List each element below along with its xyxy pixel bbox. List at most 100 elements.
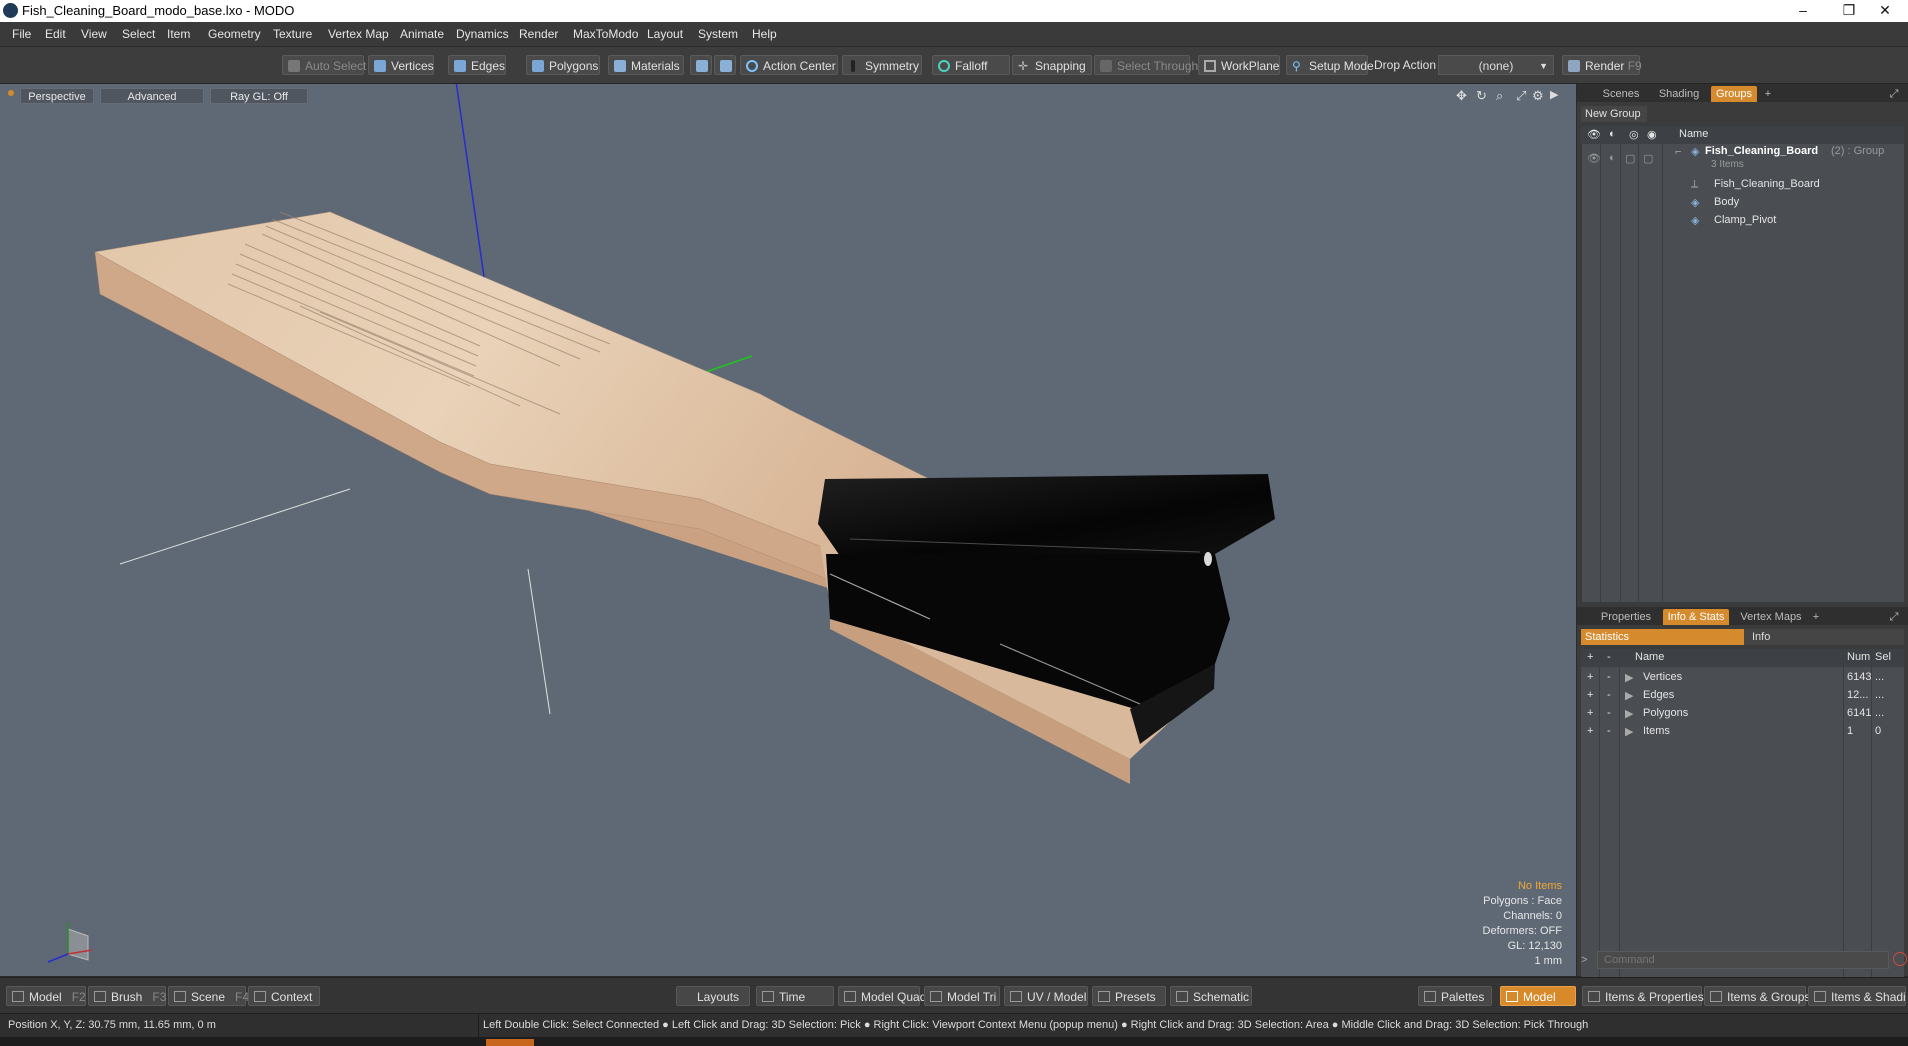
disclosure-triangle-icon[interactable]: ▶ <box>1625 725 1633 738</box>
context-layout-tab[interactable]: Context <box>248 986 320 1006</box>
palettes-button[interactable]: Palettes <box>1418 986 1492 1006</box>
menu-animate[interactable]: Animate <box>400 27 444 41</box>
symmetry-button[interactable]: Symmetry <box>842 55 922 75</box>
command-input[interactable] <box>1597 951 1889 969</box>
new-group-button[interactable]: New Group <box>1581 106 1647 122</box>
tab-vertex-maps[interactable]: Vertex Maps <box>1737 609 1805 625</box>
setup-mode-button[interactable]: ⚲ Setup Mode <box>1286 55 1374 75</box>
move-view-icon[interactable]: ✥ <box>1456 88 1467 104</box>
group-lock-checkbox[interactable]: ▢ <box>1625 152 1635 165</box>
group-row[interactable]: 👁 ◐ ▢ ▢ ⌐ ◈ Fish_Cleaning_Board (2) : Gr… <box>1581 144 1904 174</box>
group-item-row[interactable]: ◈ Body <box>1581 194 1904 212</box>
record-macro-icon[interactable] <box>1893 952 1907 966</box>
falloff-button[interactable]: Falloff <box>932 55 1010 75</box>
schematic-button[interactable]: Schematic <box>1170 986 1252 1006</box>
auto-select-button[interactable]: Auto Select <box>282 55 366 75</box>
scene-layout-tab[interactable]: Scene F4 <box>168 986 249 1006</box>
tab-scenes[interactable]: Scenes <box>1595 86 1647 102</box>
close-button[interactable]: ✕ <box>1862 0 1908 22</box>
group-item-row[interactable]: ⟂ Fish_Cleaning_Board <box>1581 176 1904 194</box>
selection-mode-icon-button-2[interactable] <box>714 55 736 75</box>
materials-button[interactable]: Materials <box>608 55 684 75</box>
tab-groups[interactable]: Groups <box>1711 86 1757 102</box>
rotate-view-icon[interactable]: ↻ <box>1476 88 1487 104</box>
snapping-button[interactable]: ✛ Snapping <box>1012 55 1092 75</box>
brush-layout-tab[interactable]: Brush F3 <box>88 986 166 1006</box>
menu-texture[interactable]: Texture <box>273 27 312 41</box>
group-render-icon[interactable]: ◐ <box>1609 152 1616 164</box>
menu-vertex-map[interactable]: Vertex Map <box>328 27 389 41</box>
fit-view-icon[interactable]: ⤢ <box>1516 88 1526 104</box>
menu-layout[interactable]: Layout <box>647 27 683 41</box>
tab-shading[interactable]: Shading <box>1653 86 1705 102</box>
statistics-subtab[interactable]: Statistics <box>1581 629 1744 645</box>
ray-gl-button[interactable]: Ray GL: Off <box>210 88 308 104</box>
expand-all-icon[interactable]: + <box>1587 651 1593 663</box>
collapse-all-icon[interactable]: - <box>1607 651 1611 663</box>
menu-file[interactable]: File <box>12 27 31 41</box>
table-row[interactable]: + - ▶ Polygons 6141 ... <box>1581 705 1904 723</box>
model-quad-button[interactable]: Model Quad <box>838 986 926 1006</box>
panel-expand-icon[interactable]: ⤢ <box>1887 86 1901 102</box>
table-row[interactable]: + - ▶ Edges 12... ... <box>1581 687 1904 705</box>
polygons-button[interactable]: Polygons <box>526 55 600 75</box>
edges-button[interactable]: Edges <box>448 55 506 75</box>
add-tab-icon[interactable]: + <box>1809 609 1823 625</box>
group-collapse-icon[interactable]: ⌐ <box>1675 146 1681 158</box>
menu-edit[interactable]: Edit <box>45 27 66 41</box>
menu-system[interactable]: System <box>698 27 738 41</box>
group-item-row[interactable]: ◈ Clamp_Pivot <box>1581 212 1904 230</box>
zoom-view-icon[interactable]: ⌕ <box>1496 88 1503 104</box>
menu-help[interactable]: Help <box>752 27 777 41</box>
collapse-icon[interactable]: - <box>1607 671 1611 683</box>
presets-button[interactable]: Presets <box>1092 986 1166 1006</box>
panel-expand-icon[interactable]: ⤢ <box>1887 609 1901 625</box>
items-shading-tab[interactable]: Items & Shading <box>1808 986 1906 1006</box>
disclosure-triangle-icon[interactable]: ▶ <box>1625 671 1633 684</box>
menu-view[interactable]: View <box>81 27 107 41</box>
menu-maxtomodo[interactable]: MaxToModo <box>573 27 638 41</box>
tab-properties[interactable]: Properties <box>1595 609 1657 625</box>
menu-render[interactable]: Render <box>519 27 558 41</box>
selection-mode-icon-button-1[interactable] <box>690 55 712 75</box>
minimize-button[interactable]: – <box>1780 0 1826 22</box>
3d-viewport[interactable]: Perspective Advanced Ray GL: Off ✥ ↻ ⌕ ⤢… <box>0 84 1576 976</box>
workplane-button[interactable]: WorkPlane <box>1198 55 1280 75</box>
expand-icon[interactable]: + <box>1587 671 1593 683</box>
table-row[interactable]: + - ▶ Vertices 6143 ... <box>1581 669 1904 687</box>
collapse-icon[interactable]: - <box>1607 689 1611 701</box>
menu-dynamics[interactable]: Dynamics <box>456 27 509 41</box>
layouts-button[interactable]: Layouts <box>676 986 750 1006</box>
items-properties-tab[interactable]: Items & Properties <box>1582 986 1704 1006</box>
model-tri-button[interactable]: Model Tri <box>924 986 1000 1006</box>
disclosure-triangle-icon[interactable]: ▶ <box>1625 689 1633 702</box>
disclosure-triangle-icon[interactable]: ▶ <box>1625 707 1633 720</box>
add-tab-icon[interactable]: + <box>1761 86 1775 102</box>
select-through-button[interactable]: Select Through <box>1094 55 1198 75</box>
drop-action-select[interactable]: (none) ▼ <box>1438 55 1554 75</box>
expand-icon[interactable]: + <box>1587 725 1593 737</box>
collapse-icon[interactable]: - <box>1607 707 1611 719</box>
expand-icon[interactable]: + <box>1587 707 1593 719</box>
menu-item[interactable]: Item <box>167 27 190 41</box>
items-groups-tab[interactable]: Items & Groups <box>1704 986 1810 1006</box>
table-row[interactable]: + - ▶ Items 1 0 <box>1581 723 1904 741</box>
action-center-button[interactable]: Action Center <box>740 55 838 75</box>
advanced-shading-button[interactable]: Advanced <box>100 88 204 104</box>
tab-info-stats[interactable]: Info & Stats <box>1663 609 1729 625</box>
viewport-menu-dot[interactable] <box>8 90 14 96</box>
collapse-icon[interactable]: - <box>1607 725 1611 737</box>
menu-select[interactable]: Select <box>122 27 155 41</box>
model-layout-tab[interactable]: Model F2 <box>6 986 86 1006</box>
group-select-checkbox[interactable]: ▢ <box>1643 152 1653 165</box>
menu-geometry[interactable]: Geometry <box>208 27 261 41</box>
render-button[interactable]: Render F9 <box>1562 55 1642 75</box>
model-mode-button[interactable]: Model <box>1500 986 1576 1006</box>
viewport-expand-icon[interactable]: ▶ <box>1550 88 1558 101</box>
perspective-view-button[interactable]: Perspective <box>20 88 94 104</box>
viewport-settings-icon[interactable]: ⚙ <box>1532 88 1544 104</box>
expand-icon[interactable]: + <box>1587 689 1593 701</box>
uv-model-button[interactable]: UV / Model <box>1004 986 1088 1006</box>
group-visibility-icon[interactable]: 👁 <box>1587 152 1601 165</box>
info-subtab[interactable]: Info <box>1744 629 1904 645</box>
